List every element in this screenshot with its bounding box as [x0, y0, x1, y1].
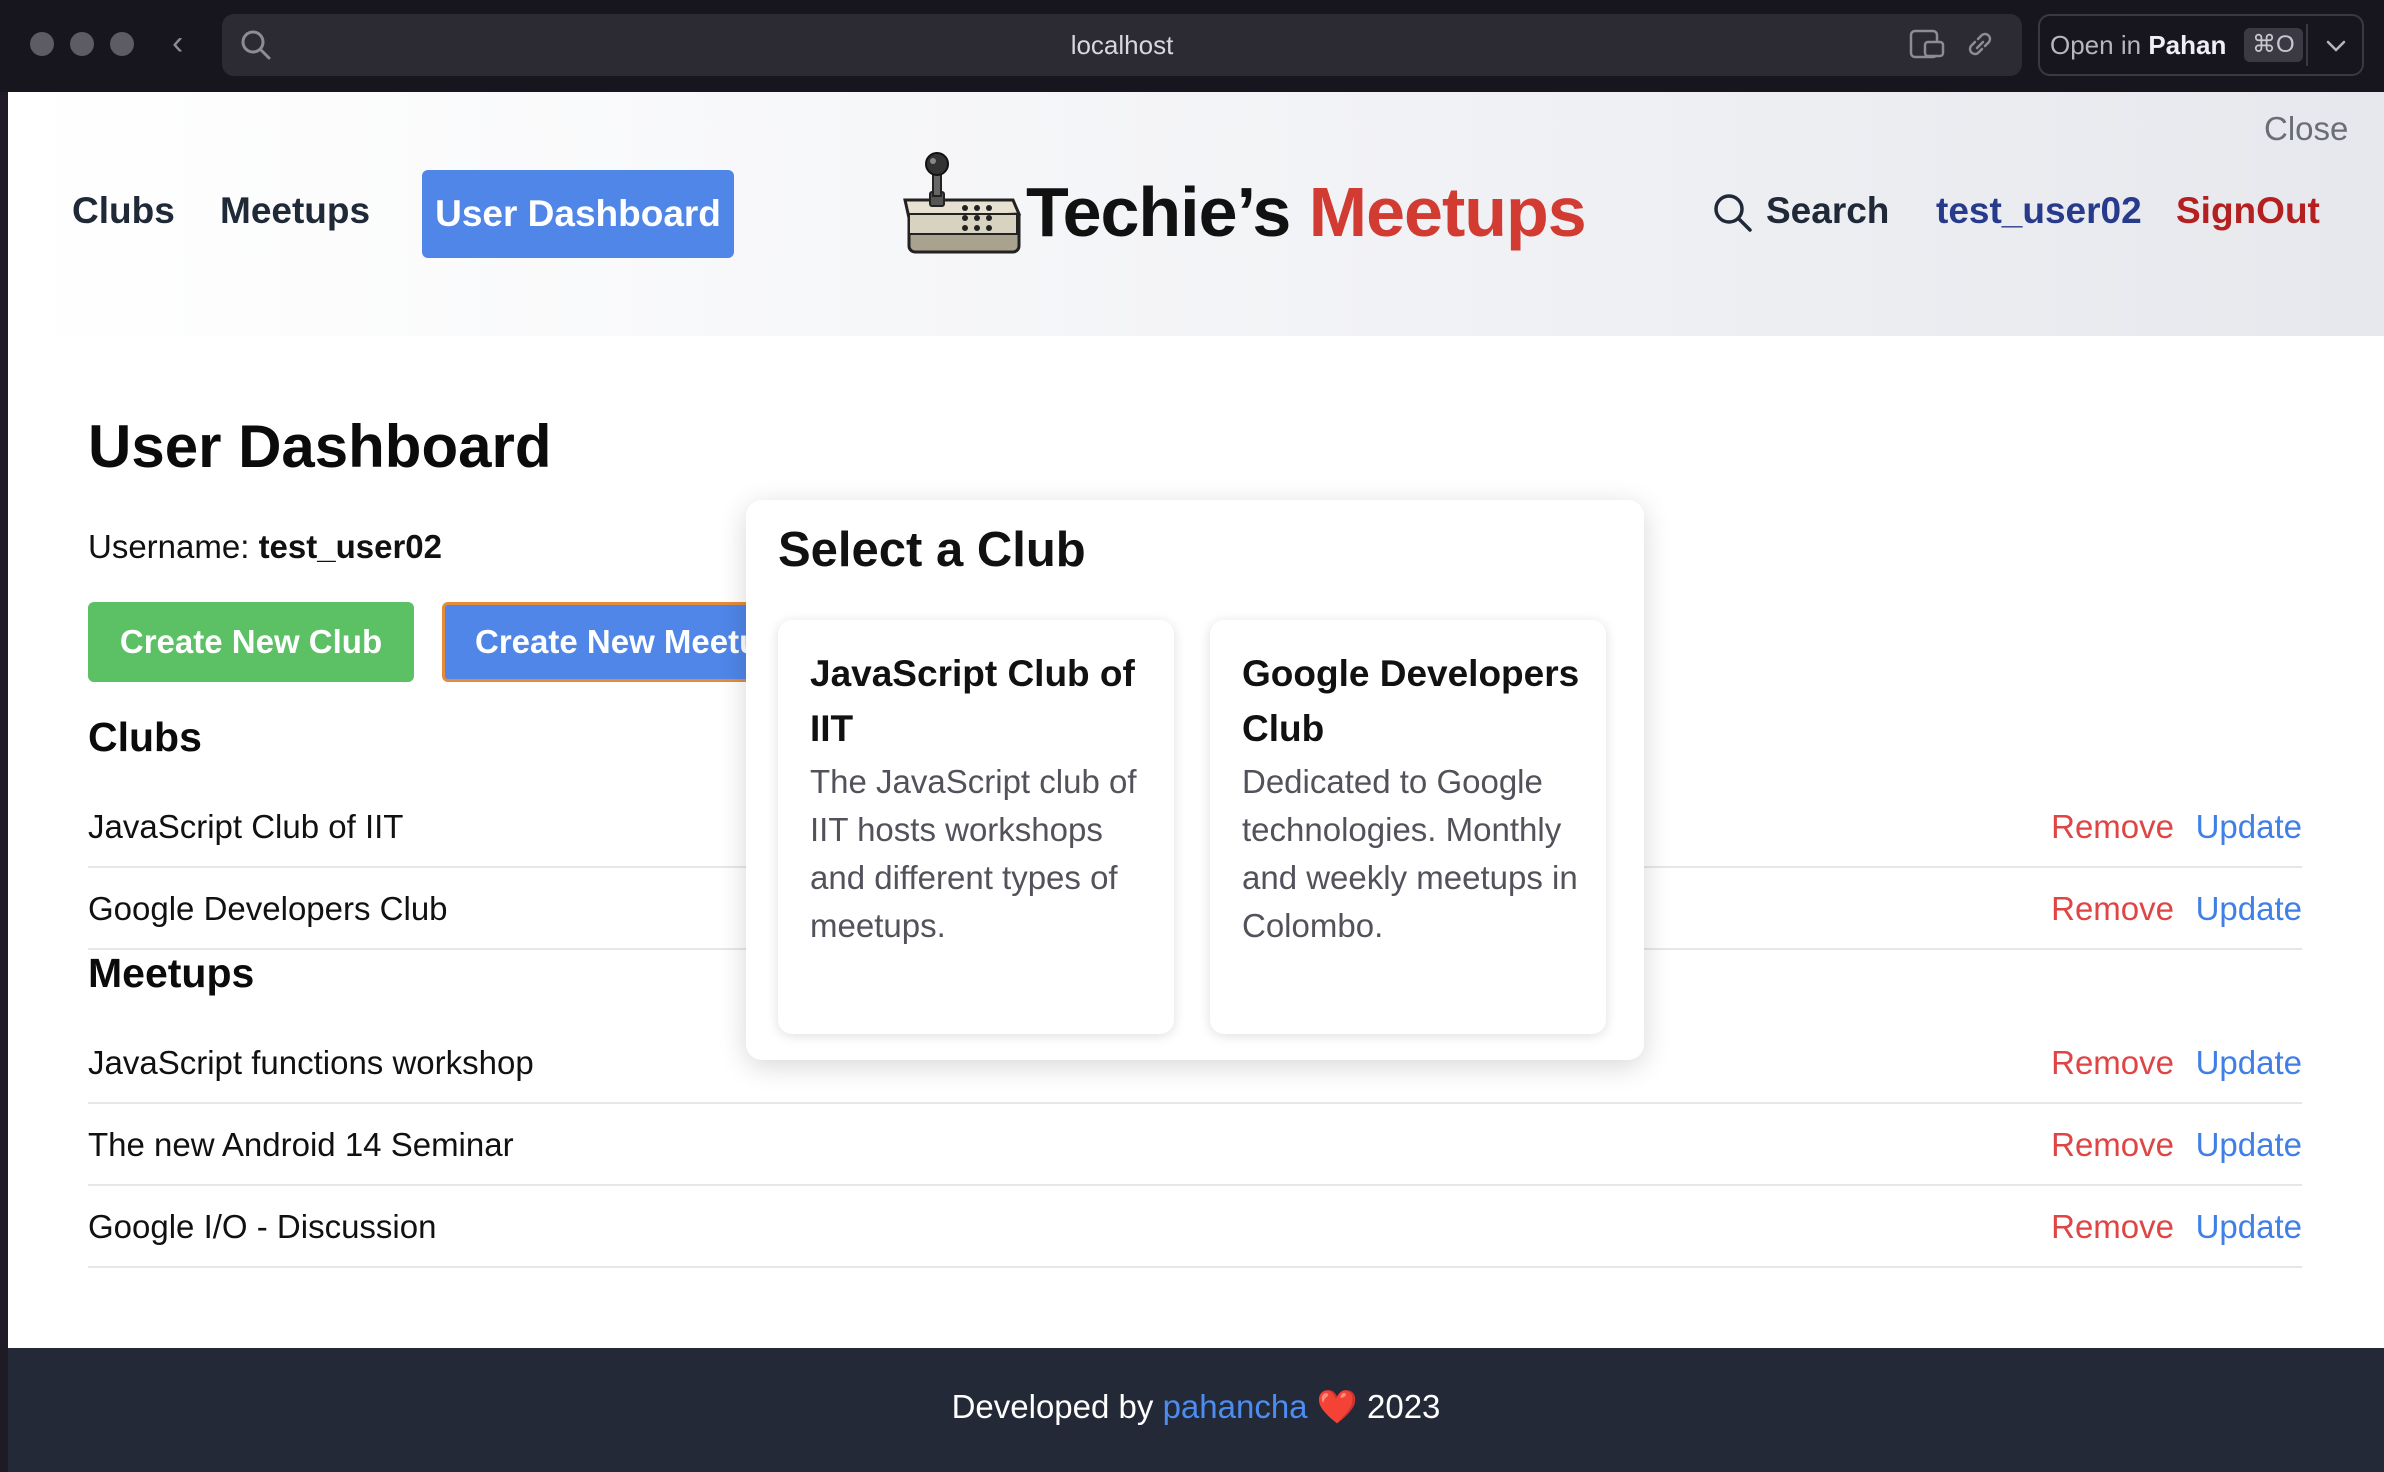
club-card-title: Google Developers Club: [1242, 653, 1580, 749]
url-text: localhost: [1070, 30, 1174, 60]
remove-button[interactable]: Remove: [2051, 1208, 2174, 1246]
remove-button[interactable]: Remove: [2051, 890, 2174, 928]
modal-title: Select a Club: [778, 523, 1086, 577]
username-label: Username:: [88, 528, 250, 565]
select-club-modal: Select a Club JavaScript Club of IIT The…: [746, 500, 1644, 1060]
create-club-button[interactable]: Create New Club: [88, 602, 414, 682]
club-card[interactable]: Google Developers Club Dedicated to Goog…: [1210, 620, 1606, 1034]
signout-link[interactable]: SignOut: [2176, 190, 2320, 232]
meetups-section-title: Meetups: [88, 950, 255, 996]
remove-button[interactable]: Remove: [2051, 1126, 2174, 1164]
update-button[interactable]: Update: [2196, 1208, 2302, 1246]
developer-link[interactable]: pahancha: [1163, 1388, 1308, 1425]
web-page: Close Clubs Meetups User Dashboard Techi…: [8, 92, 2384, 1472]
site-header: Close Clubs Meetups User Dashboard Techi…: [8, 92, 2384, 336]
back-arrow-icon[interactable]: ‹: [172, 26, 196, 60]
site-footer: Developed by pahancha ❤️ 2023: [8, 1348, 2384, 1472]
open-in-app-button[interactable]: Open in Pahan ⌘O: [2038, 14, 2364, 76]
username-value: test_user02: [258, 528, 443, 565]
meetup-name: Google I/O - Discussion: [88, 1208, 437, 1245]
link-icon[interactable]: [1962, 28, 1998, 62]
nav-user-dashboard[interactable]: User Dashboard: [422, 170, 734, 258]
divider: [2306, 24, 2308, 66]
close-link[interactable]: Close: [2264, 110, 2384, 148]
search-icon: [1714, 194, 1752, 232]
nav-clubs[interactable]: Clubs: [72, 190, 175, 232]
meetup-row: The new Android 14 Seminar Remove Update: [88, 1104, 2302, 1186]
meetup-name: The new Android 14 Seminar: [88, 1126, 514, 1163]
window-close-dot[interactable]: [30, 32, 54, 56]
update-button[interactable]: Update: [2196, 890, 2302, 928]
club-card-description: The JavaScript club of IIT hosts worksho…: [810, 763, 1137, 944]
chevron-down-icon[interactable]: [2322, 32, 2350, 60]
search-label: Search: [1766, 190, 1890, 231]
meetup-row: Google I/O - Discussion Remove Update: [88, 1186, 2302, 1268]
joystick-logo-icon[interactable]: [901, 152, 1021, 260]
username-line: Username: test_user02: [88, 528, 442, 566]
clubs-section-title: Clubs: [88, 714, 202, 760]
club-card-description: Dedicated to Google technologies. Monthl…: [1242, 763, 1578, 944]
site-logo-text[interactable]: Techie’s Meetups: [1026, 172, 1587, 252]
club-card[interactable]: JavaScript Club of IIT The JavaScript cl…: [778, 620, 1174, 1034]
create-meetup-button[interactable]: Create New Meetup: [442, 602, 782, 682]
address-bar[interactable]: localhost: [222, 14, 2022, 76]
open-in-label: Open in Pahan: [2050, 30, 2227, 60]
shortcut-badge: ⌘O: [2244, 28, 2303, 62]
footer-prefix: Developed by: [951, 1388, 1154, 1425]
heart-icon: ❤️: [1316, 1388, 1358, 1425]
meetup-name: JavaScript functions workshop: [88, 1044, 534, 1081]
update-button[interactable]: Update: [2196, 808, 2302, 846]
club-card-title: JavaScript Club of IIT: [810, 653, 1135, 749]
remove-button[interactable]: Remove: [2051, 808, 2174, 846]
screen-share-icon[interactable]: [1908, 28, 1948, 62]
update-button[interactable]: Update: [2196, 1044, 2302, 1082]
window-minimize-dot[interactable]: [70, 32, 94, 56]
remove-button[interactable]: Remove: [2051, 1044, 2174, 1082]
page-title: User Dashboard: [88, 413, 552, 480]
club-name: Google Developers Club: [88, 890, 448, 927]
browser-chrome: ‹ localhost Open in Pahan ⌘O: [0, 0, 2384, 92]
footer-text: Developed by pahancha ❤️ 2023: [8, 1388, 2384, 1427]
window-zoom-dot[interactable]: [110, 32, 134, 56]
username-link[interactable]: test_user02: [1936, 190, 2142, 232]
footer-year: 2023: [1366, 1388, 1441, 1425]
club-name: JavaScript Club of IIT: [88, 808, 404, 845]
update-button[interactable]: Update: [2196, 1126, 2302, 1164]
nav-meetups[interactable]: Meetups: [220, 190, 370, 232]
